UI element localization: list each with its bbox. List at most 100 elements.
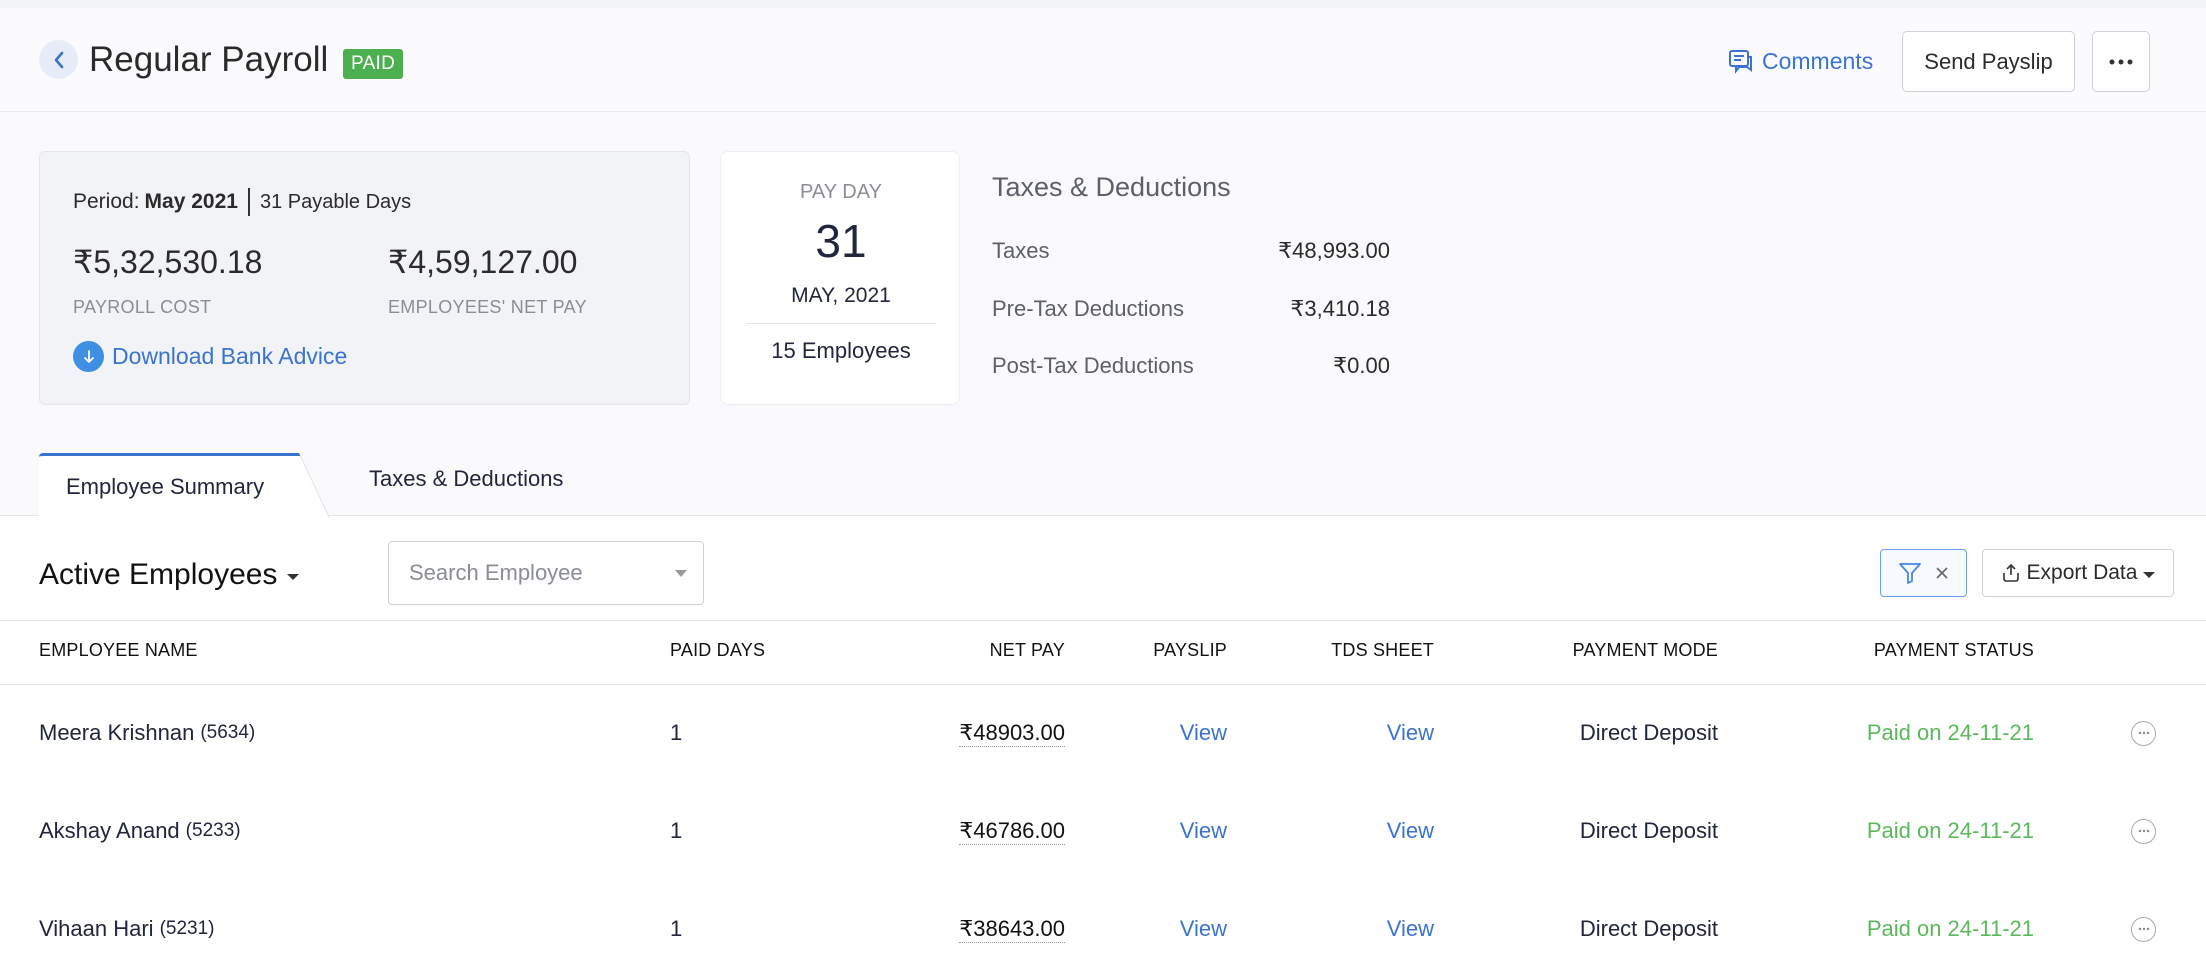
row-actions-cell [2131,782,2156,880]
table-row: Vihaan Hari (5231) 1 ₹38643.00 View View… [0,880,2206,976]
pay-day-label: PAY DAY [800,181,882,203]
paid-days: 1 [670,916,683,941]
payroll-cost-label: PAYROLL COST [73,297,212,317]
pay-day-month: MAY, 2021 [791,284,891,307]
taxes-row-label: Taxes [992,238,1050,263]
tds-sheet-cell: View [1387,782,1434,880]
payslip-cell: View [1180,782,1227,880]
comments-link[interactable]: Comments [1728,44,1873,78]
payment-status-cell: Paid on 24-11-21 [1867,880,2034,976]
net-pay[interactable]: ₹46786.00 [959,818,1065,845]
employee-id: (5231) [159,918,215,939]
payment-status: Paid on 24-11-21 [1866,916,2034,941]
row-actions-cell [2131,684,2156,782]
export-icon [2002,563,2019,582]
payment-mode: Direct Deposit [1579,720,1718,745]
period-separator [247,188,250,216]
payroll-cost-value: ₹5,32,530.18 [73,244,263,280]
filter-icon[interactable] [1898,561,1922,585]
pay-period: Period: May 2021 31 Payable Days [73,188,411,216]
caret-down-icon [2143,572,2156,578]
comments-label: Comments [1762,47,1874,74]
search-employee-input[interactable] [389,542,649,604]
search-employee-field[interactable] [388,541,704,605]
export-data-button[interactable]: Export Data [1982,549,2174,597]
download-bank-advice-link[interactable]: Download Bank Advice [73,341,347,372]
taxes-deductions-title: Taxes & Deductions [992,172,1231,202]
clear-filter-icon[interactable] [1935,566,1949,580]
row-actions-cell [2131,880,2156,976]
tab-employee-summary[interactable]: Employee Summary [39,453,329,517]
view-tds-sheet-link[interactable]: View [1387,818,1434,844]
employee-filter-label: Active Employees [39,558,278,591]
tabs-divider [0,515,2206,516]
view-payslip-link[interactable]: View [1180,720,1227,746]
payment-status: Paid on 24-11-21 [1866,818,2034,843]
page-header [0,8,2206,112]
post-tax-deductions-row: Post-Tax Deductions ₹0.00 [992,353,1390,379]
net-pay-value: ₹4,59,127.00 [388,244,578,280]
download-bank-advice-label: Download Bank Advice [112,343,348,369]
download-icon [73,341,104,372]
paid-days-cell: 1 [670,782,682,880]
view-tds-sheet-link[interactable]: View [1387,916,1434,942]
paid-days-cell: 1 [670,880,682,976]
chevron-left-icon [54,51,63,68]
net-pay[interactable]: ₹38643.00 [959,916,1065,943]
pay-day-card: PAY DAY 31 MAY, 2021 15 Employees [720,151,960,405]
payslip-cell: View [1180,880,1227,976]
table-row: Akshay Anand (5233) 1 ₹46786.00 View Vie… [0,782,2206,880]
payment-mode: Direct Deposit [1579,818,1718,843]
post-tax-label: Post-Tax Deductions [992,353,1194,378]
paid-days: 1 [670,818,683,843]
column-header-net-pay[interactable]: NET PAY [990,640,1065,661]
employee-count: 15 Employees [771,338,911,363]
row-more-options-icon[interactable] [2131,720,2156,746]
employee-name-cell[interactable]: Vihaan Hari (5231) [39,880,214,976]
more-horizontal-icon [2109,59,2133,64]
payment-status-cell: Paid on 24-11-21 [1867,782,2034,880]
table-row: Meera Krishnan (5634) 1 ₹48903.00 View V… [0,684,2206,782]
net-pay-cell: ₹46786.00 [959,782,1065,880]
column-header-tds-sheet: TDS SHEET [1331,640,1434,660]
paid-days-cell: 1 [670,684,682,782]
status-badge: PAID [343,49,404,79]
employee-name-cell[interactable]: Meera Krishnan (5634) [39,684,255,782]
pre-tax-value: ₹3,410.18 [1290,296,1390,321]
payment-mode: Direct Deposit [1579,916,1718,941]
tab-taxes-deductions[interactable]: Taxes & Deductions [369,466,563,500]
employee-name[interactable]: Meera Krishnan [39,720,194,746]
employee-name-cell[interactable]: Akshay Anand (5233) [39,782,241,880]
column-header-employee-name[interactable]: EMPLOYEE NAME [39,640,198,661]
table-header-border-top [0,620,2206,621]
net-pay-cell: ₹38643.00 [959,880,1065,976]
more-options-button[interactable] [2092,31,2150,92]
payslip-cell: View [1180,684,1227,782]
row-more-options-icon[interactable] [2131,916,2156,942]
back-button[interactable] [39,40,78,79]
payment-mode-cell: Direct Deposit [1580,880,1718,976]
employee-id: (5233) [185,820,241,841]
view-payslip-link[interactable]: View [1180,916,1227,942]
caret-down-icon [287,574,300,580]
filter-button[interactable] [1880,549,1967,597]
row-more-options-icon[interactable] [2131,818,2156,844]
payment-status: Paid on 24-11-21 [1866,720,2034,745]
column-header-payment-mode[interactable]: PAYMENT MODE [1573,640,1718,661]
taxes-row: Taxes ₹48,993.00 [992,238,1390,264]
employee-name[interactable]: Vihaan Hari [39,916,154,942]
employee-filter-dropdown[interactable]: Active Employees [39,558,300,592]
view-payslip-link[interactable]: View [1180,818,1227,844]
column-header-payslip: PAYSLIP [1153,640,1227,660]
column-header-paid-days[interactable]: PAID DAYS [670,640,765,661]
comments-icon [1729,50,1752,74]
payment-mode-cell: Direct Deposit [1580,782,1718,880]
employee-name[interactable]: Akshay Anand [39,818,180,844]
net-pay[interactable]: ₹48903.00 [959,720,1065,747]
column-header-payment-status[interactable]: PAYMENT STATUS [1874,640,2034,661]
send-payslip-button[interactable]: Send Payslip [1902,31,2075,92]
tds-sheet-cell: View [1387,880,1434,976]
view-tds-sheet-link[interactable]: View [1387,720,1434,746]
pay-day-divider [746,323,936,324]
pre-tax-deductions-row: Pre-Tax Deductions ₹3,410.18 [992,296,1390,322]
